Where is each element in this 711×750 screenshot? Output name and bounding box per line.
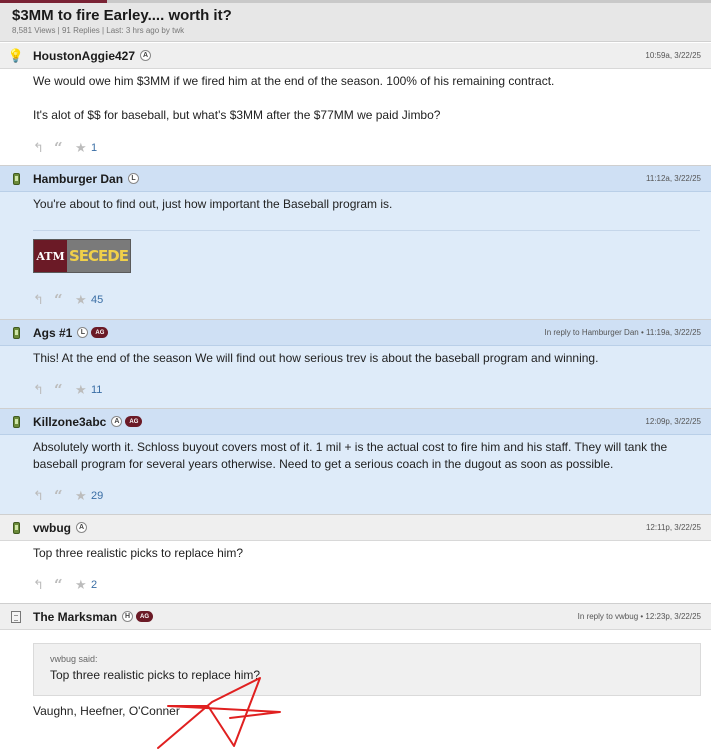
rank-badge: L — [128, 173, 140, 184]
star-icon[interactable]: ★ — [75, 292, 91, 308]
signature-logo: ATM SECEDE — [33, 239, 131, 273]
mobile-phone-icon — [10, 326, 22, 340]
quote-text: Top three realistic picks to replace him… — [50, 668, 261, 682]
post-text-line: Absolutely worth it. Schloss buyout cove… — [33, 440, 668, 454]
rank-badge: A — [140, 50, 152, 61]
username[interactable]: Ags #1 — [33, 326, 72, 340]
post-ags-1: Ags #1 L AG In reply to Hamburger Dan • … — [0, 320, 711, 409]
post-text-line: You're about to find out, just how impor… — [33, 197, 393, 211]
reply-icon[interactable]: ↰ — [33, 382, 54, 398]
ag-badge: AG — [91, 327, 109, 338]
post-timestamp[interactable]: 12:09p, 3/22/25 — [645, 417, 701, 426]
username[interactable]: vwbug — [33, 521, 71, 535]
post-timestamp[interactable]: In reply to vwbug • 12:23p, 3/22/25 — [578, 612, 701, 621]
reply-icon[interactable]: ↰ — [33, 577, 54, 593]
thread-title: $3MM to fire Earley.... worth it? — [12, 7, 232, 24]
mobile-phone-icon — [10, 521, 22, 535]
atm-logo: ATM — [34, 240, 67, 272]
post-actions: ↰ “ ★ 45 — [33, 291, 103, 309]
document-icon — [10, 610, 22, 624]
rank-badge: A — [111, 416, 123, 427]
star-count[interactable]: 45 — [91, 294, 103, 306]
star-count[interactable]: 11 — [91, 384, 102, 396]
post-killzone3abc: Killzone3abc A AG 12:09p, 3/22/25 Absolu… — [0, 409, 711, 515]
username[interactable]: The Marksman — [33, 610, 117, 624]
star-icon[interactable]: ★ — [75, 577, 91, 593]
ag-badge: AG — [125, 416, 143, 427]
quote-icon[interactable]: “ — [54, 487, 75, 505]
star-icon[interactable]: ★ — [75, 488, 91, 504]
lightbulb-icon: 💡 — [7, 47, 25, 63]
star-count[interactable]: 29 — [91, 490, 103, 502]
quote-author[interactable]: vwbug said: — [50, 653, 684, 665]
post-timestamp[interactable]: 11:12a, 3/22/25 — [646, 174, 701, 183]
post-header: Ags #1 L AG In reply to Hamburger Dan • … — [0, 320, 711, 346]
thread-header: $3MM to fire Earley.... worth it? 8,581 … — [0, 3, 711, 42]
quote-icon[interactable]: “ — [54, 381, 75, 399]
mobile-phone-icon — [10, 172, 22, 186]
post-text-line: baseball program for several years other… — [33, 457, 614, 471]
rank-badge: H — [122, 611, 134, 622]
post-text-line: This! At the end of the season We will f… — [33, 351, 599, 365]
quote-icon[interactable]: “ — [54, 576, 75, 594]
quote-icon[interactable]: “ — [54, 291, 75, 309]
post-text-line: It's alot of $$ for baseball, but what's… — [33, 108, 441, 122]
star-icon[interactable]: ★ — [75, 382, 91, 398]
post-timestamp[interactable]: 10:59a, 3/22/25 — [645, 51, 701, 60]
post-timestamp[interactable]: 12:11p, 3/22/25 — [646, 523, 701, 532]
hand-drawn-star-annotation — [157, 677, 281, 749]
post-header: vwbug A 12:11p, 3/22/25 — [0, 515, 711, 541]
username[interactable]: HoustonAggie427 — [33, 49, 135, 63]
username[interactable]: Killzone3abc — [33, 415, 106, 429]
star-count[interactable]: 1 — [91, 142, 97, 154]
post-header: Hamburger Dan L 11:12a, 3/22/25 — [0, 166, 711, 192]
star-icon[interactable]: ★ — [75, 140, 91, 156]
post-text-line: Top three realistic picks to replace him… — [33, 546, 244, 560]
post-actions: ↰ “ ★ 29 — [33, 487, 103, 505]
quoted-post: vwbug said: Top three realistic picks to… — [33, 643, 701, 696]
rank-badge: L — [77, 327, 89, 338]
post-houstonaggie427: 💡 HoustonAggie427 A 10:59a, 3/22/25 We w… — [0, 43, 711, 166]
mobile-phone-icon — [10, 415, 22, 429]
post-header: Killzone3abc A AG 12:09p, 3/22/25 — [0, 409, 711, 435]
post-header: The Marksman H AG In reply to vwbug • 12… — [0, 604, 711, 630]
post-header: 💡 HoustonAggie427 A 10:59a, 3/22/25 — [0, 43, 711, 69]
rank-badge: A — [76, 522, 87, 533]
post-vwbug: vwbug A 12:11p, 3/22/25 Top three realis… — [0, 515, 711, 604]
thread-meta: 8,581 Views | 91 Replies | Last: 3 hrs a… — [12, 26, 185, 35]
post-timestamp[interactable]: In reply to Hamburger Dan • 11:19a, 3/22… — [544, 328, 701, 337]
reply-icon[interactable]: ↰ — [33, 292, 54, 308]
post-actions: ↰ “ ★ 1 — [33, 139, 97, 157]
quote-icon[interactable]: “ — [54, 139, 75, 157]
post-actions: ↰ “ ★ 2 — [33, 576, 97, 594]
post-text-line: We would owe him $3MM if we fired him at… — [33, 74, 555, 88]
ag-badge: AG — [136, 611, 154, 622]
username[interactable]: Hamburger Dan — [33, 172, 123, 186]
star-count[interactable]: 2 — [91, 579, 97, 591]
secede-logo: SECEDE — [67, 240, 130, 272]
post-actions: ↰ “ ★ 11 — [33, 381, 102, 399]
reply-icon[interactable]: ↰ — [33, 140, 54, 156]
signature-divider — [33, 230, 700, 231]
reply-icon[interactable]: ↰ — [33, 488, 54, 504]
